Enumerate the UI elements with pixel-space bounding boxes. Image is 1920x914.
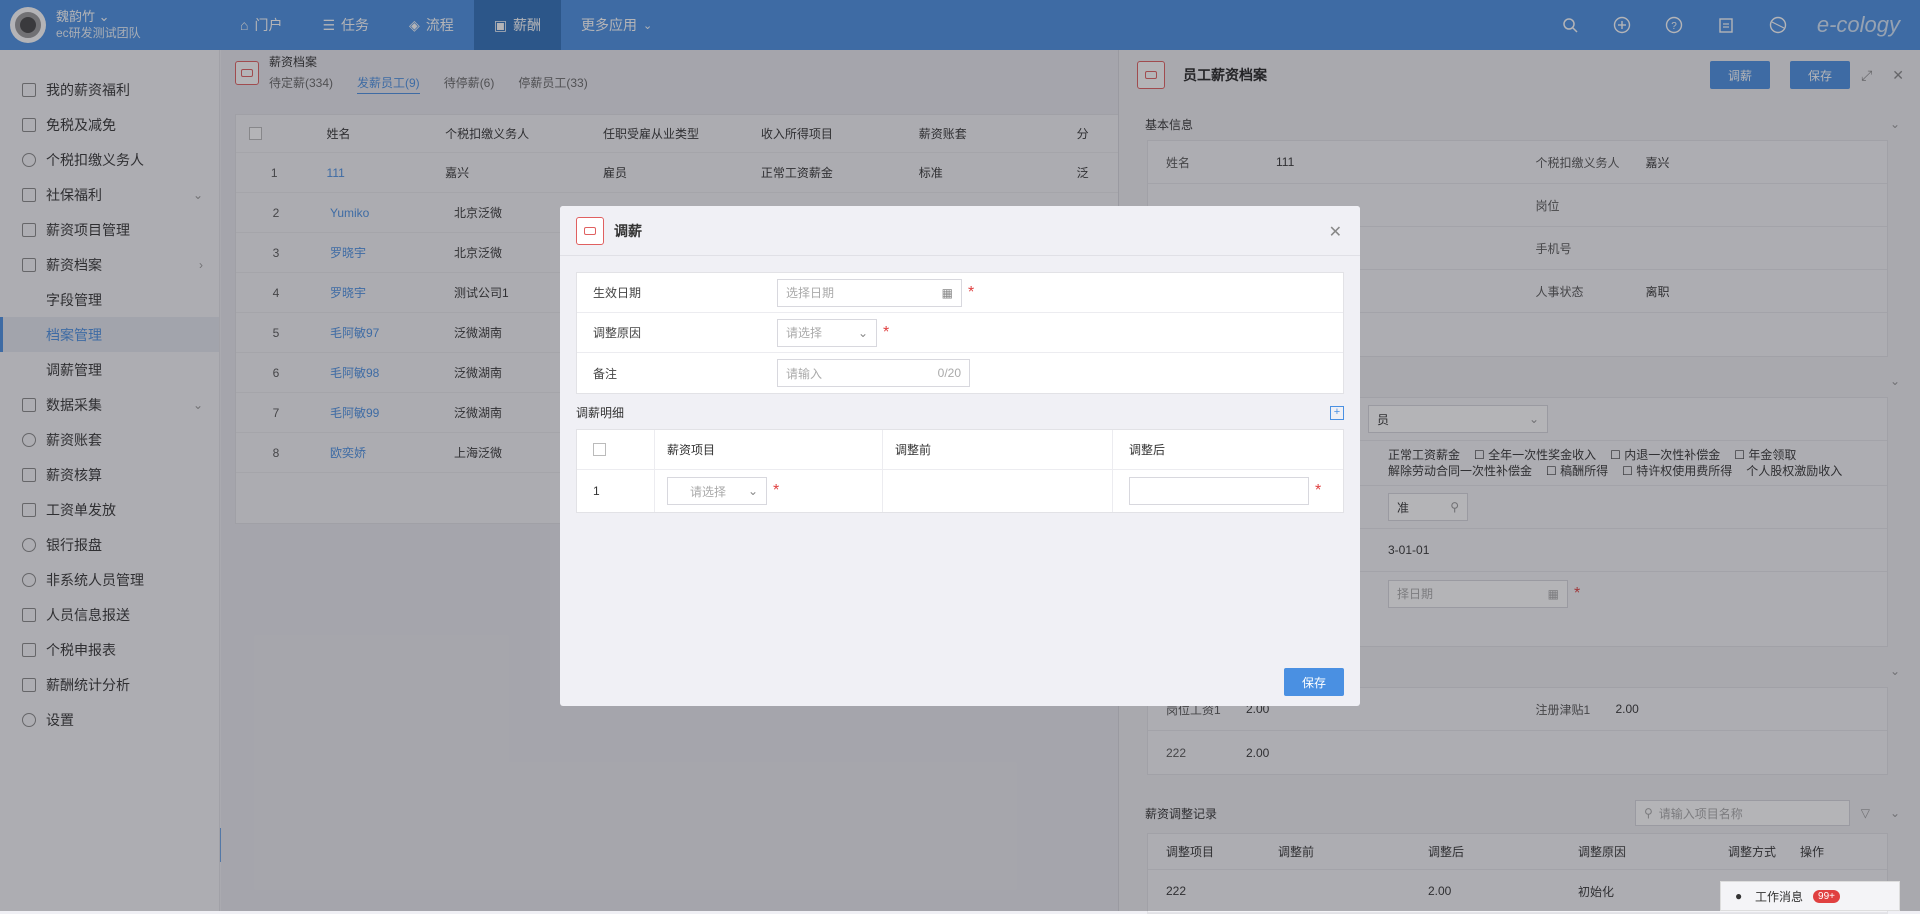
salary-item-select[interactable]: 请选择 ⌄ [667,477,767,505]
detail-header-row: 薪资项目 调整前 调整后 [577,430,1343,470]
required-mark: * [1315,482,1322,499]
modal-title: 调薪 [614,222,642,239]
reason-label: 调整原因 [593,326,642,340]
table-row: 1 请选择 ⌄ * * [577,470,1343,512]
required-mark: * [968,283,975,301]
note-label: 备注 [593,366,618,381]
select-all-checkbox[interactable] [593,443,606,456]
detail-header: 调薪明细 + [576,404,1344,421]
chat-icon: ● [1735,889,1743,903]
calendar-icon: ▦ [941,285,953,300]
modal-save-button[interactable]: 保存 [1283,668,1344,696]
work-messages[interactable]: ● 工作消息 99+ [1720,881,1900,911]
money-icon [576,216,604,245]
close-icon[interactable]: ✕ [1329,222,1342,242]
effective-date-input[interactable]: 选择日期 ▦ [777,278,962,307]
modal-header: 调薪 ✕ [560,206,1360,256]
effective-date-label: 生效日期 [593,286,642,300]
detail-table: 薪资项目 调整前 调整后 1 请选择 ⌄ * * [576,429,1344,513]
required-mark: * [883,323,890,341]
adjust-salary-modal: 调薪 ✕ 生效日期 选择日期 ▦ * 调整原因 请选择 ⌄ * 备注 请输入 0/20… [560,206,1360,706]
char-counter: 0/20 [937,366,961,380]
chevron-down-icon: ⌄ [747,484,758,498]
note-input[interactable]: 请输入 0/20 [777,359,970,387]
detail-title: 调薪明细 [576,406,625,420]
after-adjust-input[interactable] [1129,477,1309,505]
add-row-icon[interactable]: + [1330,405,1344,420]
message-count-badge: 99+ [1813,889,1840,903]
required-mark: * [773,482,780,499]
reason-select[interactable]: 请选择 ⌄ [777,318,877,347]
chevron-down-icon: ⌄ [857,325,868,340]
adjust-form: 生效日期 选择日期 ▦ * 调整原因 请选择 ⌄ * 备注 请输入 0/20 [576,272,1344,394]
